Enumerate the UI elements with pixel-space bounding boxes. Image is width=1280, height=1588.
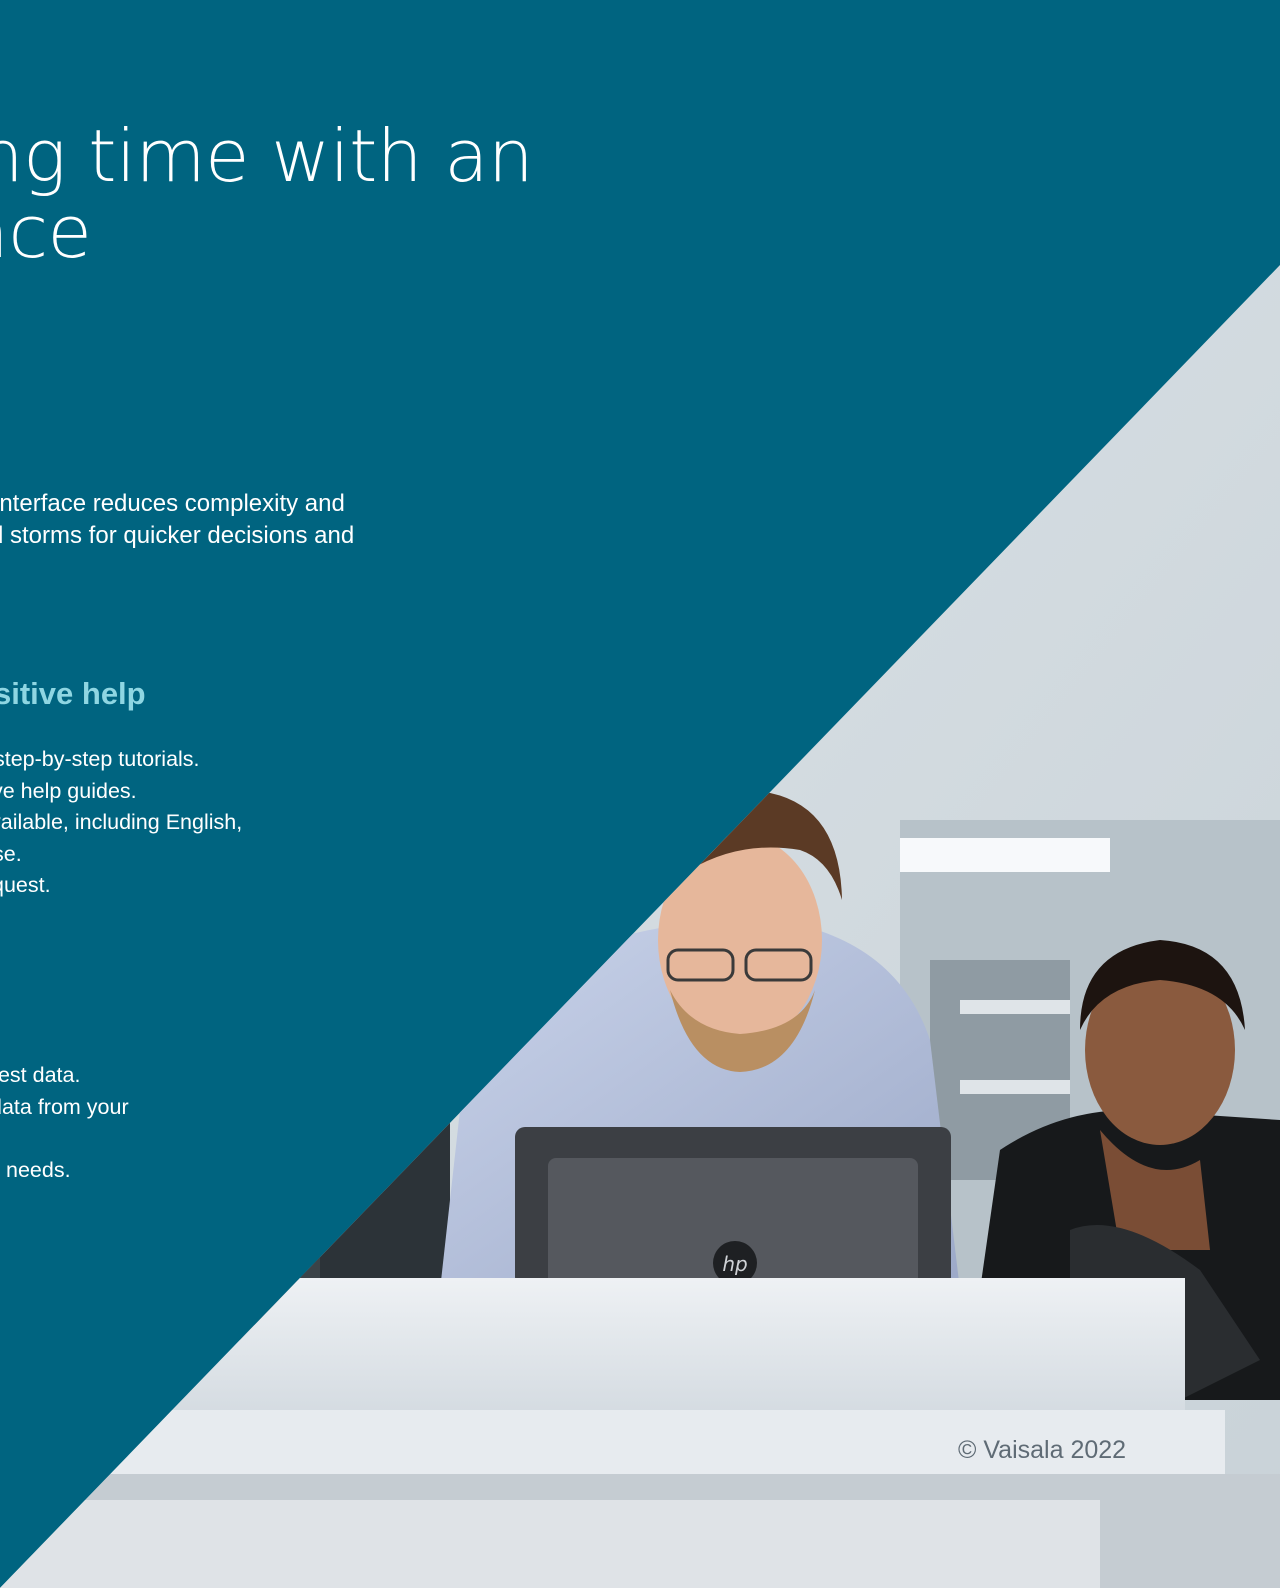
data-list: test data. data from your needs. xyxy=(0,1060,129,1186)
intro-line-1: interface reduces complexity and xyxy=(0,490,345,517)
list-item: quest. xyxy=(0,873,51,897)
list-item: test data. xyxy=(0,1063,81,1087)
list-item: data from your xyxy=(0,1094,129,1119)
copyright-notice: © Vaisala 2022 xyxy=(958,1436,1127,1464)
svg-text:hp: hp xyxy=(722,1252,747,1276)
list-item: se. xyxy=(0,841,22,866)
list-item: step-by-step tutorials. xyxy=(0,747,200,771)
headline-line-1: ng time with an xyxy=(0,114,534,198)
list-item: ve help guides. xyxy=(0,778,137,803)
list-item: needs. xyxy=(6,1157,71,1182)
list-item: vailable, including English, xyxy=(0,810,243,834)
ceiling-light xyxy=(900,838,1110,872)
brochure-page: hp ng time with an face interface reduce… xyxy=(0,0,1280,1588)
intro-paragraph: interface reduces complexity and d storm… xyxy=(0,488,354,552)
intro-line-2: d storms for quicker decisions and xyxy=(0,522,355,549)
section-title: sitive help xyxy=(0,676,146,711)
headline: ng time with an face xyxy=(0,114,534,274)
headline-line-2: face xyxy=(0,190,92,274)
help-list: step-by-step tutorials. ve help guides. … xyxy=(0,744,242,902)
